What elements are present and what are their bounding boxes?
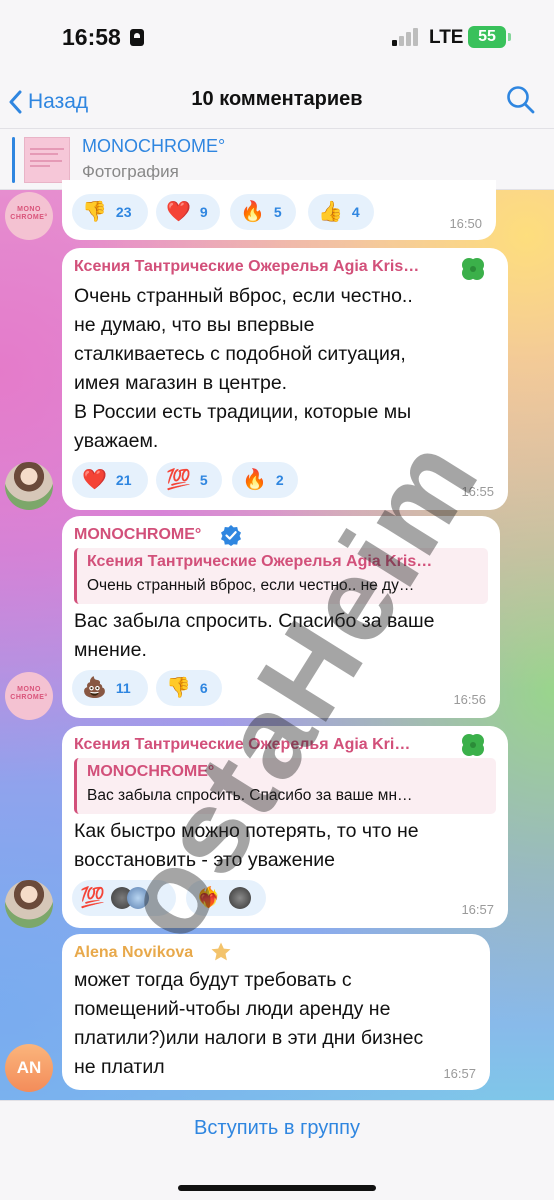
heart-on-fire-icon: ❤️‍🔥 [196, 887, 221, 909]
message-bubble[interactable]: Ксения Тантрические Ожерелья Agia Kris… … [62, 248, 508, 510]
message-text: Вас забыла спросить. Спасибо за ваше мнен… [74, 610, 435, 661]
hundred-icon: 💯 [166, 469, 191, 491]
pinned-accent-bar [12, 137, 15, 183]
avatar[interactable]: MONO CHROME° [5, 672, 53, 720]
message-bubble[interactable]: Ксения Тантрические Ожерелья Agia Kri… M… [62, 726, 508, 928]
verified-icon [221, 525, 241, 546]
hundred-icon: 💯 [80, 887, 105, 909]
reaction-chip[interactable]: ❤️ 21 [72, 462, 148, 498]
reaction-count: 23 [115, 204, 132, 220]
reactor-avatar [228, 887, 251, 909]
message-text: может тогда будут требовать с помещений-ч… [74, 969, 424, 1078]
avatar[interactable] [5, 462, 53, 510]
reaction-count: 11 [115, 680, 131, 696]
join-bar: Вступить в группу [0, 1100, 554, 1200]
reactor-avatar [126, 887, 149, 909]
clover-badge-icon [462, 734, 484, 756]
heart-icon: ❤️ [82, 469, 107, 491]
reaction-count: 21 [115, 472, 132, 488]
reply-quote[interactable]: Ксения Тантрические Ожерелья Agia Kris… … [74, 548, 488, 604]
signal-icon [392, 28, 420, 46]
reaction-chip[interactable]: 🔥 2 [232, 462, 298, 498]
reaction-chip[interactable]: 👍 4 [308, 194, 374, 230]
message-bubble[interactable]: MONOCHROME° Ксения Тантрические Ожерелья… [62, 516, 500, 718]
reaction-count: 9 [199, 204, 208, 220]
reaction-count: 6 [199, 680, 208, 696]
reaction-chip[interactable]: 💯 5 [156, 462, 222, 498]
reaction-count: 4 [351, 204, 360, 220]
avatar[interactable]: AN [5, 1044, 53, 1092]
reaction-count: 5 [273, 204, 282, 220]
avatar[interactable]: MONO CHROME° [5, 192, 53, 240]
battery-icon: 55 [468, 26, 511, 48]
like-icon: 👍 [318, 201, 343, 223]
reaction-chip[interactable]: 💯 [72, 880, 176, 916]
page-title: 10 комментариев [191, 88, 363, 110]
message-time: 16:57 [461, 902, 494, 917]
message-time: 16:55 [461, 484, 494, 499]
reaction-chip[interactable]: 👎 23 [72, 194, 148, 230]
post-thumbnail [24, 137, 70, 183]
message-text: Очень странный вброс, если честно.. не ду… [74, 285, 413, 452]
reaction-chip[interactable]: ❤️‍🔥 [186, 880, 266, 916]
reaction-chip[interactable]: 🔥 5 [230, 194, 296, 230]
join-group-button[interactable]: Вступить в группу [0, 1117, 554, 1140]
message-time: 16:57 [443, 1066, 476, 1081]
reply-text: Вас забыла спросить. Спасибо за ваше мн… [87, 787, 413, 804]
sender-name[interactable]: Alena Novikova [74, 944, 193, 962]
search-icon[interactable] [505, 84, 537, 116]
reply-text: Очень странный вброс, если честно.. не д… [87, 577, 415, 594]
sender-name[interactable]: MONOCHROME° [74, 526, 201, 544]
reaction-count: 5 [199, 472, 208, 488]
reaction-chip[interactable]: 👎 6 [156, 670, 222, 706]
fire-icon: 🔥 [240, 201, 265, 223]
reply-quote[interactable]: MONOCHROME° Вас забыла спросить. Спасибо… [74, 758, 496, 814]
dislike-icon: 👎 [166, 677, 191, 699]
reaction-chip[interactable]: 💩 11 [72, 670, 148, 706]
status-time: 16:58 [62, 24, 121, 50]
dislike-icon: 👎 [82, 201, 107, 223]
fire-icon: 🔥 [242, 469, 267, 491]
sender-name[interactable]: Ксения Тантрические Ожерелья Agia Kris… [74, 258, 462, 276]
message-time: 16:50 [449, 216, 482, 231]
network-type: LTE [429, 27, 464, 48]
reaction-chip[interactable]: ❤️ 9 [156, 194, 220, 230]
navigation-bar: Назад 10 комментариев [0, 76, 554, 128]
poop-icon: 💩 [82, 677, 107, 699]
sender-name[interactable]: Ксения Тантрические Ожерелья Agia Kri… [74, 736, 452, 754]
status-bar: 16:58 LTE 55 [0, 0, 554, 76]
heart-icon: ❤️ [166, 201, 191, 223]
message-text: Как быстро можно потерять, то что не восс… [74, 820, 419, 871]
reply-sender: Ксения Тантрические Ожерелья Agia Kris… [87, 553, 433, 570]
reaction-count: 2 [275, 472, 284, 488]
pinned-title: MONOCHROME° [82, 136, 226, 156]
id-card-icon [130, 29, 144, 46]
message-bubble[interactable]: Alena Novikova может тогда будут требова… [62, 934, 490, 1090]
clover-badge-icon [462, 258, 484, 280]
star-icon [211, 942, 231, 961]
message-time: 16:56 [453, 692, 486, 707]
reply-sender: MONOCHROME° [87, 763, 215, 780]
pinned-subtitle: Фотография [82, 162, 179, 181]
avatar[interactable] [5, 880, 53, 928]
home-indicator [178, 1185, 376, 1191]
message-bubble[interactable]: 👎 23 ❤️ 9 🔥 5 👍 4 16:50 [62, 180, 496, 240]
